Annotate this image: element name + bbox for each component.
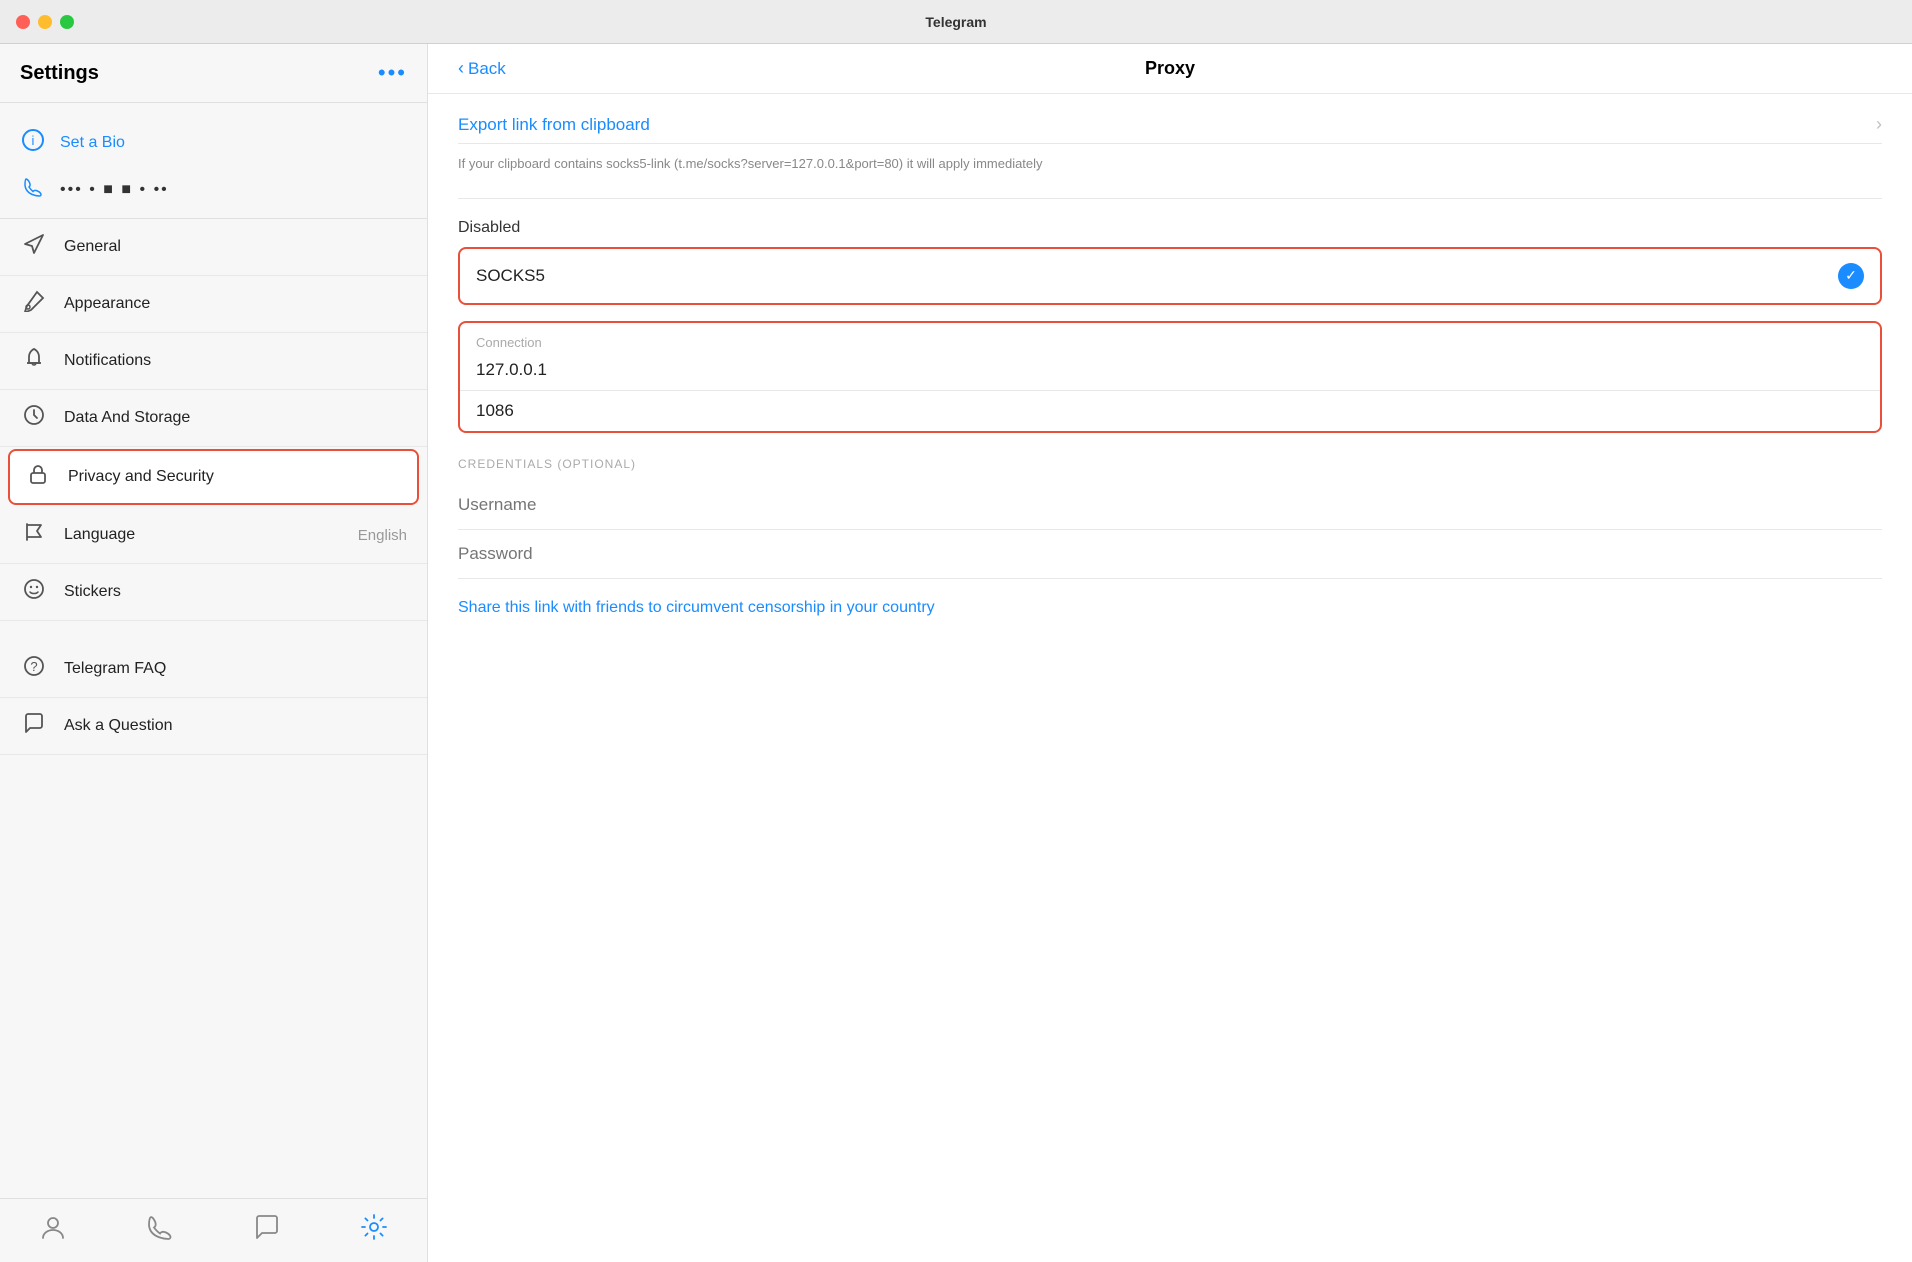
stickers-label: Stickers — [64, 583, 407, 601]
sidebar-item-language[interactable]: Language English — [0, 507, 427, 564]
title-bar: Telegram — [0, 0, 1912, 44]
chevron-left-icon: ‹ — [458, 58, 464, 79]
phone-item[interactable]: ••• • ■ ■ • •• — [20, 167, 407, 218]
socks5-box[interactable]: SOCKS5 ✓ — [458, 247, 1882, 305]
export-link-row[interactable]: Export link from clipboard › — [458, 94, 1882, 144]
sticker-icon — [20, 578, 48, 606]
sidebar: Settings ••• i Set a Bio — [0, 44, 428, 1262]
proxy-title: Proxy — [1145, 58, 1195, 79]
maximize-button[interactable] — [60, 15, 74, 29]
sidebar-item-stickers[interactable]: Stickers — [0, 564, 427, 621]
notifications-label: Notifications — [64, 352, 407, 370]
sidebar-item-privacy-security[interactable]: Privacy and Security — [8, 449, 419, 505]
sidebar-title: Settings — [20, 62, 99, 85]
username-row[interactable] — [458, 481, 1882, 530]
connection-box: Connection 127.0.0.1 1086 — [458, 321, 1882, 433]
window-controls — [16, 15, 74, 29]
lock-icon — [24, 463, 52, 491]
sidebar-item-faq[interactable]: ? Telegram FAQ — [0, 641, 427, 698]
disabled-label: Disabled — [458, 199, 1882, 247]
set-bio-label: Set a Bio — [60, 134, 125, 152]
back-label: Back — [468, 59, 506, 79]
socks5-label: SOCKS5 — [476, 266, 545, 286]
ask-label: Ask a Question — [64, 717, 407, 735]
socks5-check-icon: ✓ — [1838, 263, 1864, 289]
bottom-nav — [0, 1198, 427, 1262]
sidebar-item-appearance[interactable]: Appearance — [0, 276, 427, 333]
more-options-button[interactable]: ••• — [378, 60, 407, 86]
app-title: Telegram — [925, 14, 986, 30]
chat-icon — [20, 712, 48, 740]
close-button[interactable] — [16, 15, 30, 29]
clock-icon — [20, 404, 48, 432]
chevron-right-icon: › — [1876, 114, 1882, 135]
sidebar-item-data-storage[interactable]: Data And Storage — [0, 390, 427, 447]
phone-number: ••• • ■ ■ • •• — [60, 181, 169, 199]
credentials-label: CREDENTIALS (OPTIONAL) — [458, 457, 1882, 481]
username-input[interactable] — [458, 495, 1882, 515]
profile-section: i Set a Bio ••• • ■ ■ • •• — [0, 103, 427, 219]
password-row[interactable] — [458, 530, 1882, 579]
connection-port[interactable]: 1086 — [460, 391, 1880, 431]
export-link-label: Export link from clipboard — [458, 115, 650, 135]
back-button[interactable]: ‹ Back — [458, 58, 506, 79]
svg-text:?: ? — [30, 659, 37, 674]
separator — [0, 621, 427, 641]
calls-bottom-icon[interactable] — [146, 1213, 174, 1248]
sidebar-item-general[interactable]: General — [0, 219, 427, 276]
brush-icon — [20, 290, 48, 318]
proxy-header: ‹ Back Proxy — [428, 44, 1912, 94]
password-input[interactable] — [458, 544, 1882, 564]
send-icon — [20, 233, 48, 261]
flag-icon — [20, 521, 48, 549]
general-label: General — [64, 238, 407, 256]
question-icon: ? — [20, 655, 48, 683]
bell-icon — [20, 347, 48, 375]
main-content: ‹ Back Proxy Export link from clipboard … — [428, 44, 1912, 1262]
minimize-button[interactable] — [38, 15, 52, 29]
privacy-security-label: Privacy and Security — [68, 468, 403, 486]
language-value: English — [358, 527, 407, 544]
nav-section: General Appearance — [0, 219, 427, 1198]
svg-text:i: i — [32, 133, 35, 148]
connection-header-label: Connection — [460, 323, 1880, 350]
set-bio-item[interactable]: i Set a Bio — [20, 119, 407, 167]
chats-bottom-icon[interactable] — [253, 1213, 281, 1248]
app-container: Settings ••• i Set a Bio — [0, 44, 1912, 1262]
settings-bottom-icon[interactable] — [360, 1213, 388, 1248]
sidebar-header: Settings ••• — [0, 44, 427, 103]
share-link[interactable]: Share this link with friends to circumve… — [458, 579, 1882, 637]
language-label: Language — [64, 526, 342, 544]
faq-label: Telegram FAQ — [64, 660, 407, 678]
info-icon: i — [20, 129, 46, 157]
proxy-content: Export link from clipboard › If your cli… — [428, 94, 1912, 637]
phone-icon — [20, 177, 46, 202]
contacts-bottom-icon[interactable] — [39, 1213, 67, 1248]
data-storage-label: Data And Storage — [64, 409, 407, 427]
appearance-label: Appearance — [64, 295, 407, 313]
sidebar-item-notifications[interactable]: Notifications — [0, 333, 427, 390]
export-description: If your clipboard contains socks5-link (… — [458, 144, 1882, 199]
sidebar-item-ask[interactable]: Ask a Question — [0, 698, 427, 755]
connection-ip[interactable]: 127.0.0.1 — [460, 350, 1880, 391]
